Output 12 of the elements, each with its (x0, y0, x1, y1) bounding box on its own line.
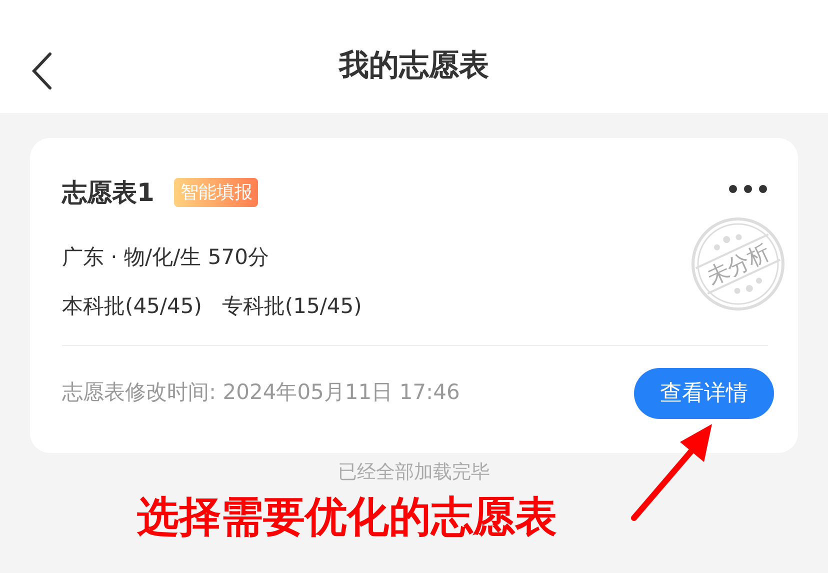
stamp-icon: 未分析 (690, 216, 786, 312)
page-title: 我的志愿表 (339, 48, 489, 84)
view-details-button[interactable]: 查看详情 (634, 368, 774, 418)
tag-label: 智能填报 (174, 178, 258, 208)
info-text: 广东 · 物/化/生 570分 (62, 244, 269, 270)
more-icon[interactable] (728, 184, 768, 194)
info-text: 本科批(45/45) 专科批(15/45) (62, 293, 362, 320)
modified-time: 志愿表修改时间: 2024年05月11日 17:46 (62, 379, 460, 406)
annotation-text: 选择需要优化的志愿表 (137, 494, 557, 540)
plan-title: 志愿表1 (62, 177, 154, 209)
loaded-note: 已经全部加载完毕 (338, 461, 490, 484)
back-icon[interactable] (30, 52, 54, 90)
